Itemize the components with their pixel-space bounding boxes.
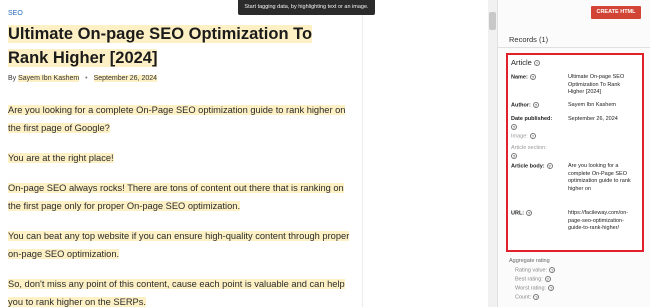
- paragraph[interactable]: Are you looking for a complete On-Page S…: [8, 101, 353, 137]
- paragraph[interactable]: On-page SEO always rocks! There are tons…: [8, 179, 353, 215]
- instruction-toast: Start tagging data, by highlighting text…: [238, 0, 375, 15]
- divider: [498, 47, 650, 48]
- best-rating-label: Best rating:?: [515, 276, 551, 283]
- help-icon[interactable]: ?: [529, 133, 536, 139]
- article-preview-pane[interactable]: SEO Ultimate On-page SEO Optimization To…: [0, 0, 362, 307]
- date-published-label: Date published:: [511, 116, 553, 122]
- scrollbar-thumb[interactable]: [489, 12, 496, 30]
- article-meta: By Sayem Ibn Kashem • September 26, 2024: [8, 75, 158, 82]
- tagging-tool-pane: CREATE HTML Records (1) Article? Name:? …: [497, 0, 650, 307]
- count-label: Count:?: [515, 294, 540, 301]
- date-help: ?: [511, 124, 517, 130]
- article-section-label: Article section:: [511, 145, 547, 151]
- help-icon[interactable]: ?: [549, 267, 556, 273]
- scrollbar[interactable]: [488, 0, 497, 307]
- url-label: URL:?: [511, 210, 533, 217]
- rating-value-label: Rating value:?: [515, 267, 556, 274]
- section-help: ?: [511, 153, 517, 159]
- paragraph-text[interactable]: Are you looking for a complete On-Page S…: [8, 105, 346, 133]
- item-type-heading: Article?: [511, 58, 540, 67]
- author-name[interactable]: Sayem Ibn Kashem: [18, 75, 80, 82]
- help-icon[interactable]: ?: [532, 102, 539, 108]
- article-body-label: Article body:?: [511, 163, 553, 170]
- aggregate-rating-heading: Aggregate rating: [509, 258, 550, 264]
- meta-separator: •: [85, 75, 88, 82]
- by-label: By: [8, 75, 17, 82]
- help-icon[interactable]: ?: [544, 276, 551, 282]
- article-record-box: Article? Name:? Ultimate On-page SEO Opt…: [506, 53, 644, 252]
- author-label: Author:?: [511, 102, 539, 109]
- paragraph-text[interactable]: On-page SEO always rocks! There are tons…: [8, 183, 344, 211]
- name-label: Name:?: [511, 74, 536, 81]
- article-title-text[interactable]: Ultimate On-page SEO Optimization To Ran…: [8, 25, 313, 67]
- url-value[interactable]: https://facileway.com/on-page-seo-optimi…: [568, 210, 636, 233]
- help-icon[interactable]: ?: [511, 124, 517, 130]
- help-icon[interactable]: ?: [511, 153, 517, 159]
- paragraph-text[interactable]: You are at the right place!: [8, 153, 114, 163]
- author-value[interactable]: Sayem Ibn Kashem: [568, 102, 636, 110]
- date-published-value[interactable]: September 26, 2024: [568, 116, 636, 124]
- publish-date[interactable]: September 26, 2024: [93, 75, 158, 82]
- article-title[interactable]: Ultimate On-page SEO Optimization To Ran…: [8, 22, 348, 70]
- article-body-value[interactable]: Are you looking for a complete On-Page S…: [568, 163, 636, 193]
- help-icon[interactable]: ?: [533, 294, 540, 300]
- paragraph[interactable]: You are at the right place!: [8, 149, 353, 167]
- preview-margin: [362, 0, 488, 307]
- help-icon[interactable]: ?: [548, 285, 555, 291]
- records-count: Records (1): [509, 35, 549, 44]
- paragraph[interactable]: You can beat any top website if you can …: [8, 227, 353, 263]
- create-html-button[interactable]: CREATE HTML: [591, 6, 641, 19]
- paragraph[interactable]: So, don't miss any point of this content…: [8, 275, 353, 307]
- name-value[interactable]: Ultimate On-page SEO Optimization To Ran…: [568, 74, 636, 97]
- help-icon[interactable]: ?: [529, 74, 536, 80]
- help-icon[interactable]: ?: [546, 163, 553, 169]
- worst-rating-label: Worst rating:?: [515, 285, 555, 292]
- help-icon[interactable]: ?: [533, 60, 540, 67]
- paragraph-text[interactable]: You can beat any top website if you can …: [8, 231, 350, 259]
- category-link[interactable]: SEO: [8, 10, 23, 17]
- help-icon[interactable]: ?: [526, 210, 533, 216]
- paragraph-text[interactable]: So, don't miss any point of this content…: [8, 279, 345, 307]
- image-label: Image:?: [511, 133, 536, 140]
- item-type-label: Article: [511, 58, 532, 67]
